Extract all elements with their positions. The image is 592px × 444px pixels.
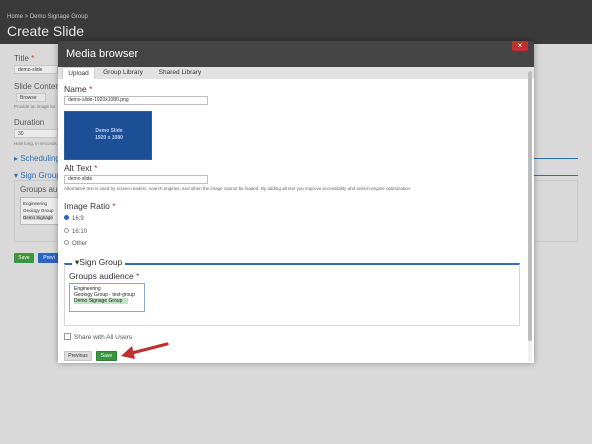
bg-title-label: Title * xyxy=(14,54,35,63)
save-button[interactable]: Save xyxy=(96,351,117,361)
red-arrow-icon xyxy=(121,342,169,359)
group-option-selected[interactable]: Demo Signage Group xyxy=(74,298,129,304)
bg-group-option[interactable]: Engineering xyxy=(23,201,47,206)
bg-groups-list[interactable]: Engineering Geology Group Demo Signage xyxy=(20,197,60,225)
groups-audience-label: Groups audience * xyxy=(69,271,140,281)
bg-browse-button[interactable]: Browse xyxy=(16,93,46,102)
bg-save-button[interactable]: Save xyxy=(14,253,34,263)
ratio-option-16-9[interactable]: 16:9 xyxy=(64,214,84,223)
scrollbar-thumb[interactable] xyxy=(528,71,532,341)
checkbox-icon xyxy=(64,333,71,340)
bg-duration-label: Duration xyxy=(14,118,45,127)
tab-strip: Upload Group Library Shared Library xyxy=(58,67,534,79)
previous-button[interactable]: Previous xyxy=(64,351,92,361)
bg-scheduling-rule xyxy=(534,158,578,159)
groups-audience-list[interactable]: Engineering Geology Group - test-group D… xyxy=(69,283,145,312)
modal-title: Media browser xyxy=(66,48,139,60)
bg-group-option[interactable]: Geology Group xyxy=(23,208,54,213)
preview-line: Demo Slide xyxy=(95,128,123,134)
bg-title-input[interactable]: demo-slide xyxy=(14,65,58,74)
bg-group-option[interactable]: Demo Signage xyxy=(23,215,53,220)
radio-icon xyxy=(64,239,69,245)
image-preview: Demo Slide 1920 x 1080 xyxy=(64,111,152,160)
bg-provide-text: Provide an image for xyxy=(14,104,56,109)
tab-upload[interactable]: Upload xyxy=(62,67,95,79)
image-ratio-label: Image Ratio * xyxy=(64,201,116,211)
ratio-option-other[interactable]: Other xyxy=(64,239,87,248)
sign-group-legend[interactable]: ▾Sign Group xyxy=(72,257,126,268)
radio-checked-icon xyxy=(64,214,69,220)
bg-duration-input[interactable]: 30 xyxy=(14,129,58,138)
name-input[interactable]: demo-slide-1920x1080.png xyxy=(64,96,208,105)
page-title: Create Slide xyxy=(7,23,85,39)
bg-sign-group-rule xyxy=(534,175,578,176)
name-label: Name * xyxy=(64,84,93,94)
tab-group-library[interactable]: Group Library xyxy=(98,67,148,79)
breadcrumb[interactable]: Home > Demo Signage Group xyxy=(7,14,88,20)
bg-sign-group-section[interactable]: ▾ Sign Group xyxy=(14,171,61,180)
radio-icon xyxy=(64,227,69,233)
bg-duration-help: How long, in seconds xyxy=(14,141,57,146)
preview-text: Demo Slide 1920 x 1080 xyxy=(65,128,153,142)
close-button[interactable]: × xyxy=(512,41,528,51)
bg-scheduling-section[interactable]: ▸ Scheduling xyxy=(14,154,60,163)
bg-preview-button[interactable]: Previ xyxy=(38,253,60,263)
alt-text-input[interactable]: demo slide xyxy=(64,175,208,184)
tab-shared-library[interactable]: Shared Library xyxy=(152,67,208,79)
media-browser-modal: Media browser × Upload Group Library Sha… xyxy=(58,41,534,363)
ratio-option-16-10[interactable]: 16:10 xyxy=(64,227,87,236)
bg-groups-label: Groups au xyxy=(20,185,58,194)
close-icon: × xyxy=(517,41,523,50)
alt-text-label: Alt Text * xyxy=(64,163,98,173)
bg-slide-content-label: Slide Content xyxy=(14,82,63,91)
page-header xyxy=(0,0,592,44)
alt-text-help: Alternative text is used by screen reade… xyxy=(64,186,412,191)
preview-line: 1920 x 1080 xyxy=(95,135,123,141)
